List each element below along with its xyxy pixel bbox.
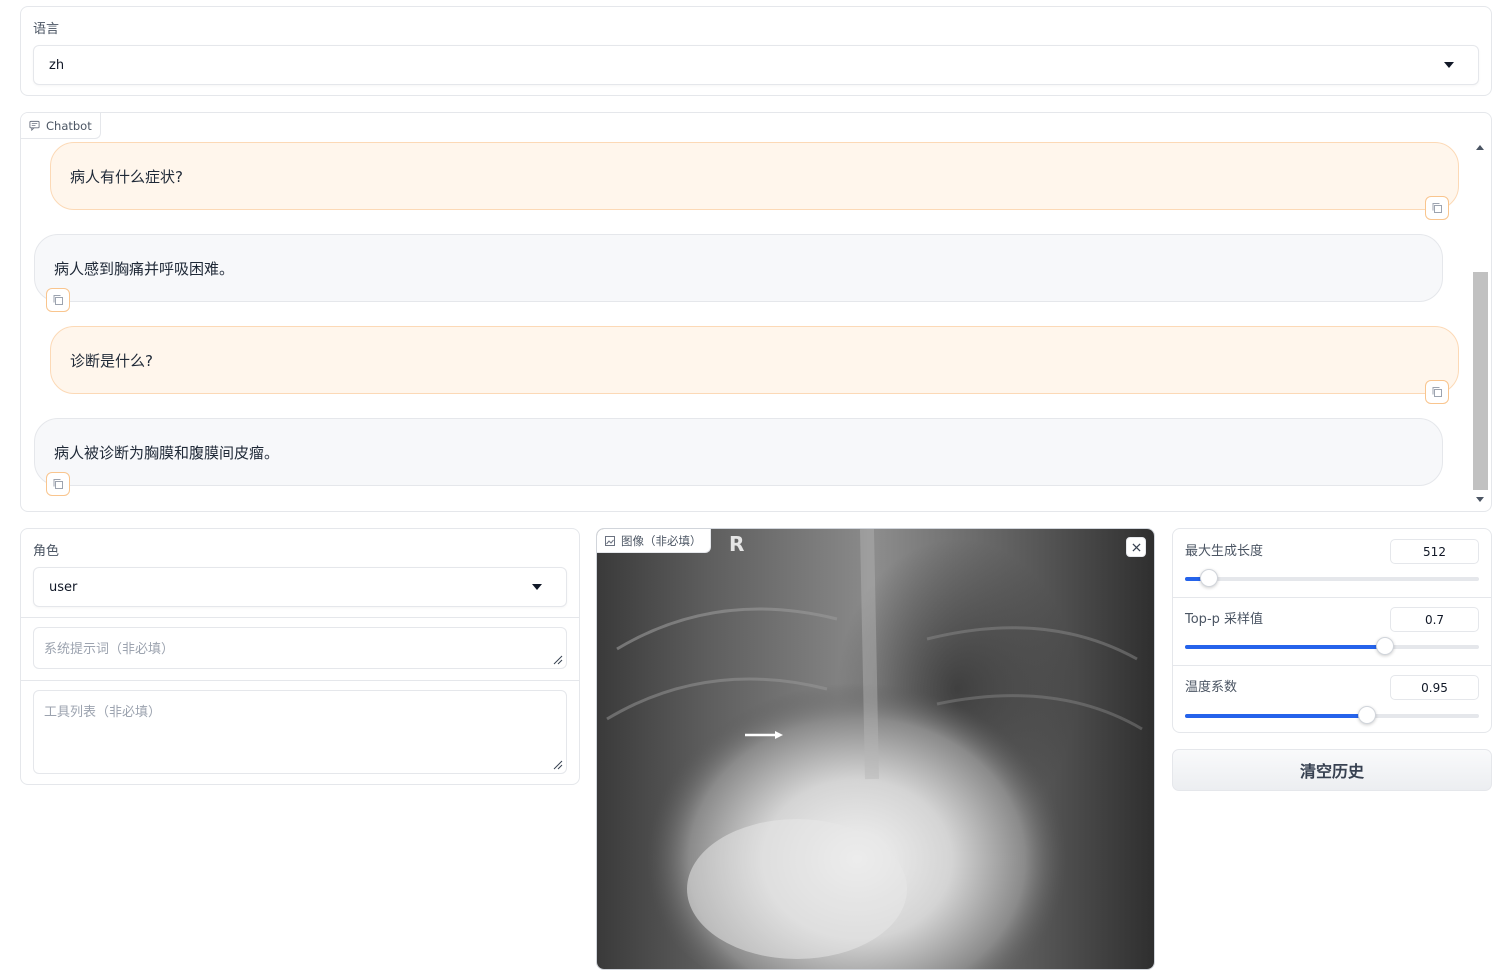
tools-input[interactable]: 工具列表（非必填） (33, 690, 567, 774)
chat-message-text: 病人被诊断为胸膜和腹膜间皮瘤。 (54, 443, 280, 462)
copy-icon[interactable] (1425, 196, 1449, 220)
close-icon[interactable] (1126, 537, 1146, 557)
role-select[interactable]: user (33, 567, 567, 607)
resize-handle-icon[interactable] (553, 655, 563, 665)
scroll-up-icon[interactable] (1476, 145, 1484, 150)
divider (21, 680, 579, 681)
divider (1173, 597, 1491, 598)
top-p-thumb[interactable] (1375, 637, 1394, 655)
divider (1173, 665, 1491, 666)
chat-message-user: 诊断是什么? (50, 326, 1459, 394)
divider (21, 617, 579, 618)
xray-image: R (597, 529, 1154, 969)
role-label: 角色 (33, 544, 60, 559)
chevron-down-icon[interactable] (1444, 62, 1454, 68)
top-p-label: Top-p 采样值 (1185, 612, 1264, 627)
language-panel: 语言 zh (20, 6, 1492, 96)
chat-message-text: 病人感到胸痛并呼吸困难。 (54, 259, 235, 278)
tools-placeholder: 工具列表（非必填） (44, 705, 162, 720)
scroll-down-icon[interactable] (1476, 497, 1484, 502)
copy-icon[interactable] (1425, 380, 1449, 404)
params-panel: 最大生成长度 512 Top-p 采样值 0.7 温度系数 0.95 (1172, 528, 1492, 733)
max-length-slider[interactable] (1185, 569, 1479, 587)
chat-message-assistant: 病人被诊断为胸膜和腹膜间皮瘤。 (34, 418, 1443, 486)
chat-scrollbar[interactable] (1472, 141, 1489, 507)
language-label: 语言 (33, 22, 60, 37)
chat-icon (29, 120, 40, 131)
role-panel: 角色 user 系统提示词（非必填） 工具列表（非必填） (20, 528, 580, 785)
chevron-down-icon[interactable] (532, 584, 542, 590)
xray-marker: R (729, 532, 744, 556)
image-panel[interactable]: R 图像（非必填） (596, 528, 1155, 970)
chatbot-label: Chatbot (46, 118, 92, 133)
system-prompt-placeholder: 系统提示词（非必填） (44, 642, 175, 657)
max-length-thumb[interactable] (1199, 569, 1218, 587)
top-p-fill (1185, 645, 1385, 649)
chat-message-text: 病人有什么症状? (70, 167, 183, 186)
top-p-slider[interactable] (1185, 637, 1479, 655)
resize-handle-icon[interactable] (553, 760, 563, 770)
chatbot-tab-label: Chatbot (21, 113, 101, 139)
copy-icon[interactable] (46, 288, 70, 312)
image-label: 图像（非必填） (621, 533, 702, 548)
clear-history-label: 清空历史 (1299, 762, 1364, 781)
max-length-label: 最大生成长度 (1185, 544, 1264, 559)
temperature-thumb[interactable] (1358, 706, 1377, 724)
top-p-input[interactable]: 0.7 (1390, 607, 1479, 632)
image-tab-label: 图像（非必填） (597, 529, 711, 553)
max-length-input[interactable]: 512 (1390, 539, 1479, 564)
temperature-slider[interactable] (1185, 706, 1479, 724)
temperature-label: 温度系数 (1185, 680, 1238, 695)
temperature-input[interactable]: 0.95 (1390, 675, 1479, 700)
system-prompt-input[interactable]: 系统提示词（非必填） (33, 627, 567, 669)
chat-message-user: 病人有什么症状? (50, 142, 1459, 210)
image-icon (605, 535, 615, 546)
copy-icon[interactable] (46, 472, 70, 496)
chat-message-assistant: 病人感到胸痛并呼吸困难。 (34, 234, 1443, 302)
chat-message-text: 诊断是什么? (70, 351, 153, 370)
language-select[interactable]: zh (33, 45, 1479, 85)
temperature-fill (1185, 714, 1368, 718)
chatbot-panel: Chatbot 病人有什么症状? 病人感到胸痛并呼吸困难。 诊断是什么? 病人被… (20, 112, 1492, 512)
scrollbar-thumb[interactable] (1473, 272, 1488, 490)
language-value: zh (49, 57, 65, 73)
clear-history-button[interactable]: 清空历史 (1172, 749, 1492, 791)
role-value: user (49, 579, 78, 595)
